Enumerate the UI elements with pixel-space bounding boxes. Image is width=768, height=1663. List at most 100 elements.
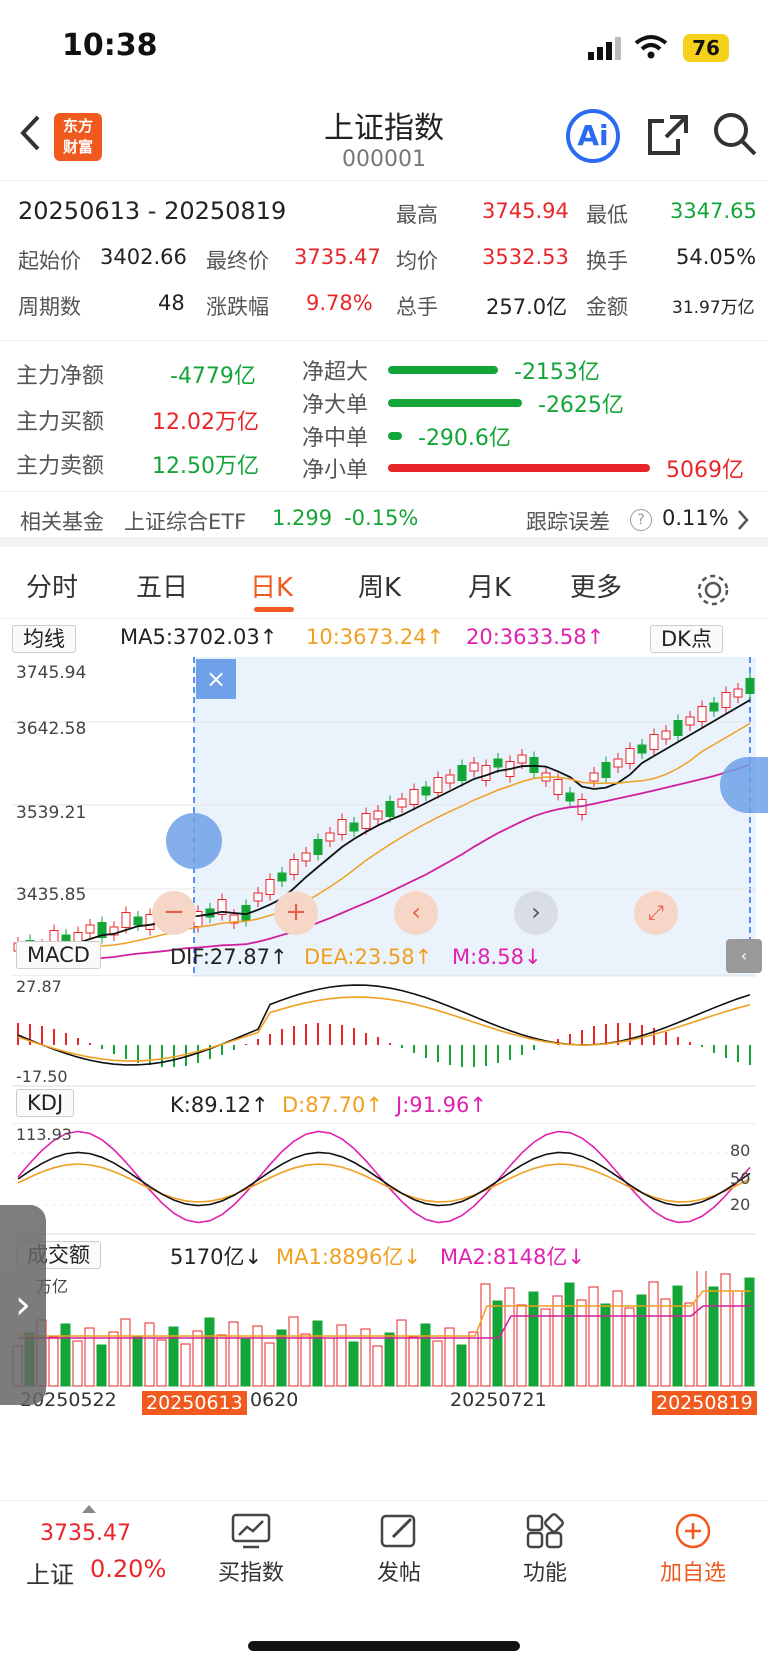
volume-bar bbox=[72, 1340, 83, 1387]
candle bbox=[589, 772, 599, 782]
volume-bar bbox=[408, 1336, 419, 1387]
volume-bar bbox=[288, 1316, 299, 1387]
volume-bar bbox=[300, 1333, 311, 1387]
open-label: 起始价 bbox=[18, 249, 81, 273]
candle bbox=[625, 748, 635, 764]
macd-bottom-label: -17.50 bbox=[16, 1067, 68, 1086]
flow-bar-small bbox=[388, 464, 650, 472]
volume-bar bbox=[516, 1304, 527, 1387]
fund-name[interactable]: 上证综合ETF bbox=[124, 506, 246, 536]
volume-ma2: MA2:8148亿↓ bbox=[440, 1245, 585, 1269]
high-label: 最高 bbox=[396, 203, 438, 227]
macd-m: M:8.58↓ bbox=[452, 945, 542, 969]
related-fund-row[interactable]: 相关基金 上证综合ETF 1.299 -0.15% 跟踪误差 ? 0.11% bbox=[0, 493, 768, 547]
candle bbox=[601, 762, 611, 778]
macd-select[interactable]: MACD bbox=[16, 941, 101, 969]
fund-price: 1.299 bbox=[272, 506, 333, 530]
net-value: -4779亿 bbox=[170, 364, 256, 389]
ma-legend: 均线 bbox=[12, 623, 76, 653]
volume-bar bbox=[744, 1277, 755, 1387]
candle bbox=[481, 765, 491, 781]
close-value: 3735.47 bbox=[294, 245, 381, 269]
y-tick-3: 3539.21 bbox=[16, 803, 87, 823]
flow-bar-super bbox=[388, 366, 498, 374]
macd-dif: DIF:27.87↑ bbox=[170, 945, 288, 969]
share-icon[interactable] bbox=[646, 113, 690, 157]
chevron-right-icon[interactable] bbox=[736, 509, 750, 531]
candle bbox=[565, 792, 575, 802]
kdj-select[interactable]: KDJ bbox=[16, 1089, 75, 1117]
range-handle-left[interactable] bbox=[166, 813, 222, 869]
vol-value: 257.0亿 bbox=[486, 295, 568, 319]
status-bar: 10:38 76 bbox=[0, 0, 768, 95]
tab-more[interactable]: 更多 bbox=[570, 567, 622, 604]
tab-daily-k[interactable]: 日K bbox=[250, 567, 293, 604]
macd-chart bbox=[12, 975, 756, 1087]
tab-monthly-k[interactable]: 月K bbox=[468, 567, 511, 604]
ma5-value: MA5:3702.03↑ bbox=[120, 625, 278, 649]
tab-intraday[interactable]: 分时 bbox=[26, 567, 78, 604]
open-value: 3402.66 bbox=[100, 245, 187, 269]
candle bbox=[457, 765, 467, 781]
period-value: 48 bbox=[158, 291, 185, 315]
move-left-button[interactable]: ‹ bbox=[394, 891, 438, 935]
candle bbox=[721, 692, 731, 708]
candle bbox=[493, 758, 503, 768]
edit-icon bbox=[380, 1514, 416, 1548]
battery-indicator: 76 bbox=[683, 34, 729, 62]
volume-bar bbox=[204, 1317, 215, 1387]
buy-value: 12.02万亿 bbox=[152, 410, 259, 435]
flow-label-small: 净小单 bbox=[302, 458, 369, 483]
zoom-in-button[interactable]: + bbox=[274, 891, 318, 935]
candle bbox=[289, 859, 299, 875]
dk-point-select[interactable]: DK点 bbox=[650, 625, 723, 653]
range-handle-right[interactable] bbox=[720, 757, 768, 813]
range-stats: 20250613 - 20250819 最高 3745.94 最低 3347.6… bbox=[0, 181, 768, 341]
y-tick-2: 3642.58 bbox=[16, 719, 87, 739]
kdj-k: K:89.12↑ bbox=[170, 1093, 269, 1117]
flow-bar-large bbox=[388, 399, 522, 407]
fullscreen-button[interactable]: ⤢ bbox=[634, 891, 678, 935]
volume-bar bbox=[240, 1338, 251, 1387]
y-tick-1: 3745.94 bbox=[16, 663, 87, 683]
candle bbox=[745, 678, 755, 694]
post-button[interactable]: 发帖 bbox=[344, 1513, 454, 1587]
kdj-level-80: 80 bbox=[730, 1141, 751, 1160]
volume-bar bbox=[696, 1271, 707, 1387]
zoom-out-button[interactable]: − bbox=[152, 891, 196, 935]
volume-bar bbox=[504, 1287, 515, 1387]
tab-weekly-k[interactable]: 周K bbox=[358, 567, 401, 604]
volume-ma1: MA1:8896亿↓ bbox=[276, 1245, 421, 1269]
flow-value-small: 5069亿 bbox=[666, 458, 744, 483]
side-drawer-handle[interactable]: › bbox=[0, 1205, 46, 1405]
tab-5day[interactable]: 五日 bbox=[136, 567, 188, 604]
volume-bar bbox=[588, 1286, 599, 1387]
candle bbox=[697, 706, 707, 722]
add-watchlist-button[interactable]: 加自选 bbox=[638, 1513, 748, 1587]
candle bbox=[553, 779, 563, 795]
functions-button[interactable]: 功能 bbox=[490, 1513, 600, 1587]
volume-value: 5170亿↓ bbox=[170, 1245, 263, 1269]
candle bbox=[409, 789, 419, 805]
ma-select[interactable]: 均线 bbox=[12, 625, 76, 653]
grid-icon bbox=[526, 1513, 564, 1549]
kline-chart-area[interactable]: 均线 MA5:3702.03↑ 10:3673.24↑ 20:3633.58↑ … bbox=[0, 619, 768, 1499]
buy-index-button[interactable]: 买指数 bbox=[196, 1513, 306, 1587]
search-icon[interactable] bbox=[712, 111, 758, 157]
help-icon[interactable]: ? bbox=[630, 509, 652, 531]
macd-top-label: 27.87 bbox=[16, 977, 62, 996]
signal-icon bbox=[588, 37, 621, 60]
volume-bar bbox=[216, 1334, 227, 1387]
candle bbox=[649, 734, 659, 750]
amt-label: 金额 bbox=[586, 295, 628, 319]
kdj-level-20: 20 bbox=[730, 1195, 751, 1214]
date-tag-start: 20250613 bbox=[142, 1391, 247, 1415]
ai-button[interactable]: Ai bbox=[566, 109, 620, 163]
period-label: 周期数 bbox=[18, 295, 81, 319]
collapse-panel-button[interactable]: ‹ bbox=[726, 939, 762, 973]
settings-gear-icon[interactable] bbox=[696, 573, 730, 607]
candle bbox=[445, 774, 455, 784]
candle bbox=[385, 801, 395, 817]
move-right-button[interactable]: › bbox=[514, 891, 558, 935]
kdj-j: J:91.96↑ bbox=[396, 1093, 487, 1117]
